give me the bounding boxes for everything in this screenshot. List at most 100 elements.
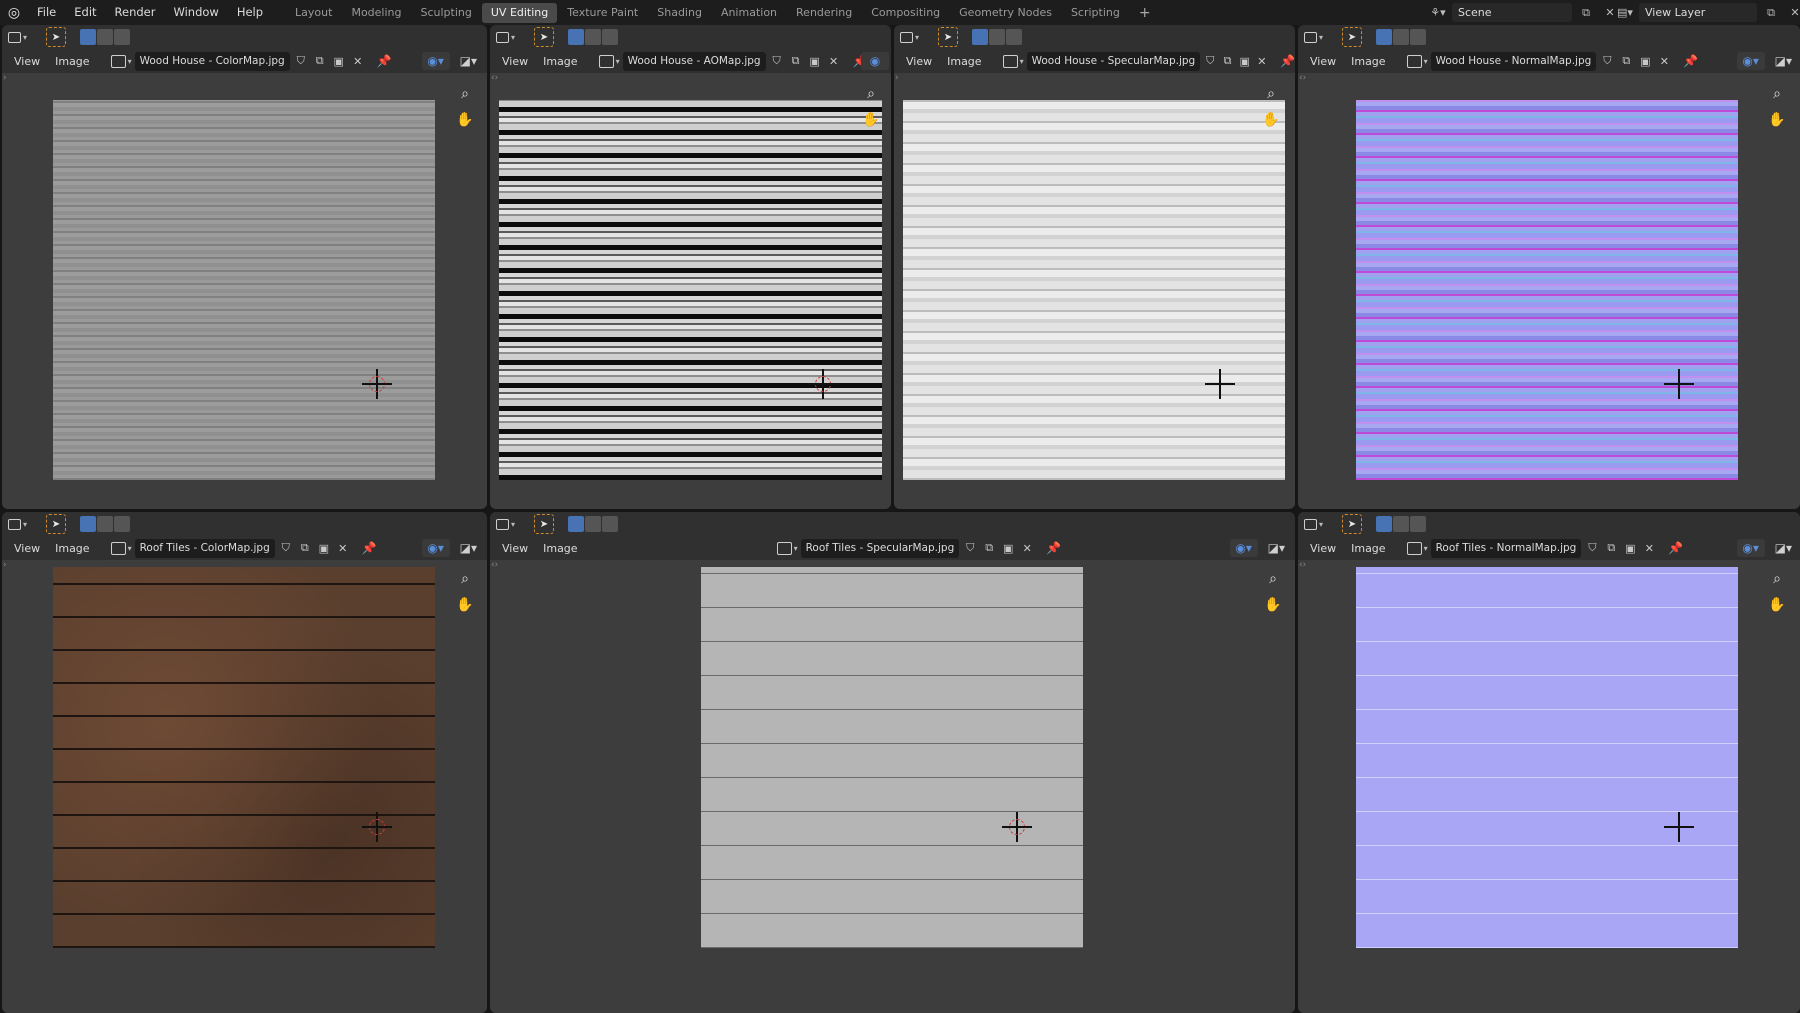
- mode-new-icon[interactable]: [972, 29, 988, 45]
- display-channels-icon[interactable]: ◪▾: [1775, 541, 1792, 555]
- mode-new-icon[interactable]: [568, 516, 584, 532]
- fake-user-icon[interactable]: ⛉: [1203, 53, 1217, 69]
- pin-icon[interactable]: 📌: [1280, 54, 1295, 68]
- unlink-image-icon[interactable]: ✕: [1255, 53, 1269, 69]
- fake-user-icon[interactable]: ⛉: [278, 540, 294, 556]
- sidebar-toggle-icon[interactable]: ‹›: [1299, 560, 1306, 570]
- display-channels-icon[interactable]: ◪▾: [460, 54, 477, 68]
- 2d-cursor-icon[interactable]: [362, 812, 392, 842]
- image-viewport[interactable]: ‹› ⌕ ✋: [490, 73, 891, 509]
- pin-icon[interactable]: 📌: [1046, 541, 1061, 555]
- select-tool-icon[interactable]: ➤: [1342, 27, 1362, 47]
- mode-new-icon[interactable]: [568, 29, 584, 45]
- menu-render[interactable]: Render: [106, 0, 165, 25]
- fake-user-icon[interactable]: ⛉: [1599, 53, 1615, 69]
- gizmo-toggle-icon[interactable]: ◉: [861, 52, 889, 70]
- tab-animation[interactable]: Animation: [712, 3, 786, 23]
- view-menu[interactable]: View: [496, 542, 534, 555]
- gizmo-toggle-icon[interactable]: ◉▾: [421, 52, 450, 70]
- view-menu[interactable]: View: [1304, 542, 1342, 555]
- image-browse-icon[interactable]: ▾: [1406, 54, 1428, 68]
- zoom-icon[interactable]: ⌕: [454, 568, 476, 590]
- gizmo-toggle-icon[interactable]: ◉▾: [1736, 539, 1765, 557]
- view-menu[interactable]: View: [8, 542, 46, 555]
- image-viewport[interactable]: › ⌕ ✋: [2, 73, 487, 509]
- pin-icon[interactable]: 📌: [362, 541, 377, 555]
- fake-user-icon[interactable]: ⛉: [962, 540, 978, 556]
- mode-extend-icon[interactable]: [585, 29, 601, 45]
- editor-type-icon[interactable]: ▾: [1304, 31, 1332, 43]
- view-menu[interactable]: View: [1304, 55, 1342, 68]
- view-menu[interactable]: View: [496, 55, 534, 68]
- mode-extend-icon[interactable]: [1393, 516, 1409, 532]
- pan-hand-icon[interactable]: ✋: [860, 109, 882, 131]
- mode-subtract-icon[interactable]: [602, 516, 618, 532]
- view-menu[interactable]: View: [900, 55, 938, 68]
- image-browse-icon[interactable]: ▾: [110, 54, 132, 68]
- pan-hand-icon[interactable]: ✋: [1260, 109, 1282, 131]
- image-menu[interactable]: Image: [49, 542, 95, 555]
- unlink-image-icon[interactable]: ✕: [1641, 540, 1657, 556]
- open-image-icon[interactable]: ▣: [331, 53, 347, 69]
- editor-type-icon[interactable]: ▾: [8, 31, 36, 43]
- image-viewport[interactable]: ‹› ⌕ ✋: [1298, 560, 1800, 1013]
- menu-file[interactable]: File: [28, 0, 65, 25]
- select-tool-icon[interactable]: ➤: [46, 514, 66, 534]
- new-image-icon[interactable]: ⧉: [1618, 53, 1634, 69]
- editor-type-icon[interactable]: ▾: [900, 31, 928, 43]
- menu-window[interactable]: Window: [164, 0, 227, 25]
- add-workspace-icon[interactable]: +: [1130, 3, 1160, 23]
- sidebar-toggle-icon[interactable]: ›: [3, 73, 7, 83]
- display-channels-icon[interactable]: ◪▾: [1775, 54, 1792, 68]
- fake-user-icon[interactable]: ⛉: [769, 53, 785, 69]
- pan-hand-icon[interactable]: ✋: [1766, 109, 1788, 131]
- display-channels-icon[interactable]: ◪▾: [460, 541, 477, 555]
- sidebar-toggle-icon[interactable]: ‹›: [491, 73, 498, 83]
- pan-hand-icon[interactable]: ✋: [454, 594, 476, 616]
- image-name-field[interactable]: Wood House - NormalMap.jpg: [1430, 51, 1597, 71]
- select-tool-icon[interactable]: ➤: [46, 27, 66, 47]
- tab-layout[interactable]: Layout: [286, 3, 341, 23]
- tab-texture-paint[interactable]: Texture Paint: [558, 3, 647, 23]
- tab-uv-editing[interactable]: UV Editing: [481, 2, 558, 23]
- mode-new-icon[interactable]: [1376, 516, 1392, 532]
- image-name-field[interactable]: Wood House - AOMap.jpg: [622, 51, 766, 71]
- open-image-icon[interactable]: ▣: [316, 540, 332, 556]
- unlink-image-icon[interactable]: ✕: [1656, 53, 1672, 69]
- tab-modeling[interactable]: Modeling: [342, 3, 410, 23]
- select-tool-icon[interactable]: ➤: [534, 514, 554, 534]
- zoom-icon[interactable]: ⌕: [1262, 568, 1284, 590]
- open-image-icon[interactable]: ▣: [1637, 53, 1653, 69]
- new-image-icon[interactable]: ⧉: [1603, 540, 1619, 556]
- image-name-field[interactable]: Wood House - ColorMap.jpg: [134, 51, 290, 71]
- image-viewport[interactable]: ‹› ⌕ ✋: [490, 560, 1295, 1013]
- tab-geometry-nodes[interactable]: Geometry Nodes: [950, 3, 1061, 23]
- mode-subtract-icon[interactable]: [1410, 516, 1426, 532]
- new-image-icon[interactable]: ⧉: [297, 540, 313, 556]
- zoom-icon[interactable]: ⌕: [1766, 568, 1788, 590]
- editor-type-icon[interactable]: ▾: [496, 31, 524, 43]
- image-menu[interactable]: Image: [1345, 55, 1391, 68]
- mode-subtract-icon[interactable]: [114, 516, 130, 532]
- 2d-cursor-icon[interactable]: [1664, 369, 1694, 399]
- 2d-cursor-icon[interactable]: [1664, 812, 1694, 842]
- gizmo-toggle-icon[interactable]: ◉▾: [1229, 539, 1258, 557]
- gizmo-toggle-icon[interactable]: ◉▾: [1736, 52, 1765, 70]
- image-browse-icon[interactable]: ▾: [1406, 541, 1428, 555]
- pan-hand-icon[interactable]: ✋: [454, 109, 476, 131]
- unlink-image-icon[interactable]: ✕: [826, 53, 842, 69]
- open-image-icon[interactable]: ▣: [1000, 540, 1016, 556]
- display-channels-icon[interactable]: ◪▾: [1268, 541, 1285, 555]
- mode-extend-icon[interactable]: [97, 516, 113, 532]
- delete-view-layer-icon[interactable]: ✕: [1785, 3, 1800, 22]
- scene-name-field[interactable]: Scene: [1452, 3, 1572, 22]
- sidebar-toggle-icon[interactable]: ‹›: [1299, 73, 1306, 83]
- mode-new-icon[interactable]: [80, 516, 96, 532]
- unlink-image-icon[interactable]: ✕: [335, 540, 351, 556]
- pin-icon[interactable]: 📌: [1683, 54, 1698, 68]
- tab-sculpting[interactable]: Sculpting: [412, 3, 481, 23]
- new-view-layer-icon[interactable]: ⧉: [1761, 3, 1781, 22]
- open-image-icon[interactable]: ▣: [1238, 53, 1252, 69]
- unlink-image-icon[interactable]: ✕: [350, 53, 366, 69]
- mode-subtract-icon[interactable]: [602, 29, 618, 45]
